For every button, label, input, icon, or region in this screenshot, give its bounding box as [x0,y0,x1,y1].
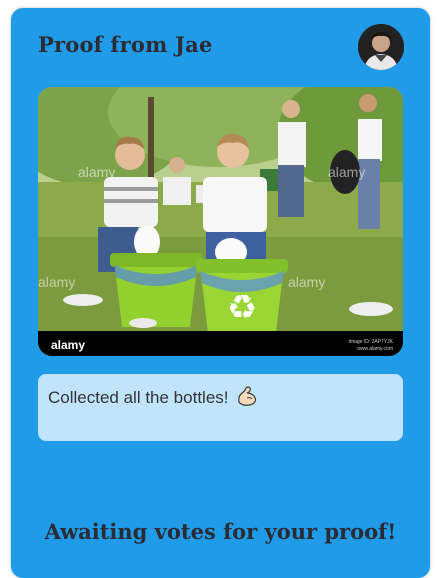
image-footer-id: Image ID: 2AP7YJK [349,339,394,345]
page-title: Proof from Jae [38,32,213,57]
proof-photo[interactable]: ♻ alamy alamy alamy alamy alamy Image ID… [38,87,403,356]
proof-card: Proof from Jae ♻ alamy alamy alamy alamy… [11,8,430,578]
watermark-text: alamy [288,274,325,290]
flexed-biceps-icon [236,385,258,412]
watermark-text: alamy [78,164,115,180]
user-avatar-icon [358,24,404,70]
caption-text: Collected all the bottles! [48,388,229,407]
status-message: Awaiting votes for your proof! [44,519,397,544]
watermark-text: alamy [328,164,365,180]
svg-text:♻: ♻ [227,288,257,328]
avatar[interactable] [358,24,404,70]
proof-caption: Collected all the bottles! [38,374,403,441]
image-footer-url: www.alamy.com [357,346,393,352]
image-footer-logo: alamy [51,338,85,352]
watermark-text: alamy [38,274,75,290]
